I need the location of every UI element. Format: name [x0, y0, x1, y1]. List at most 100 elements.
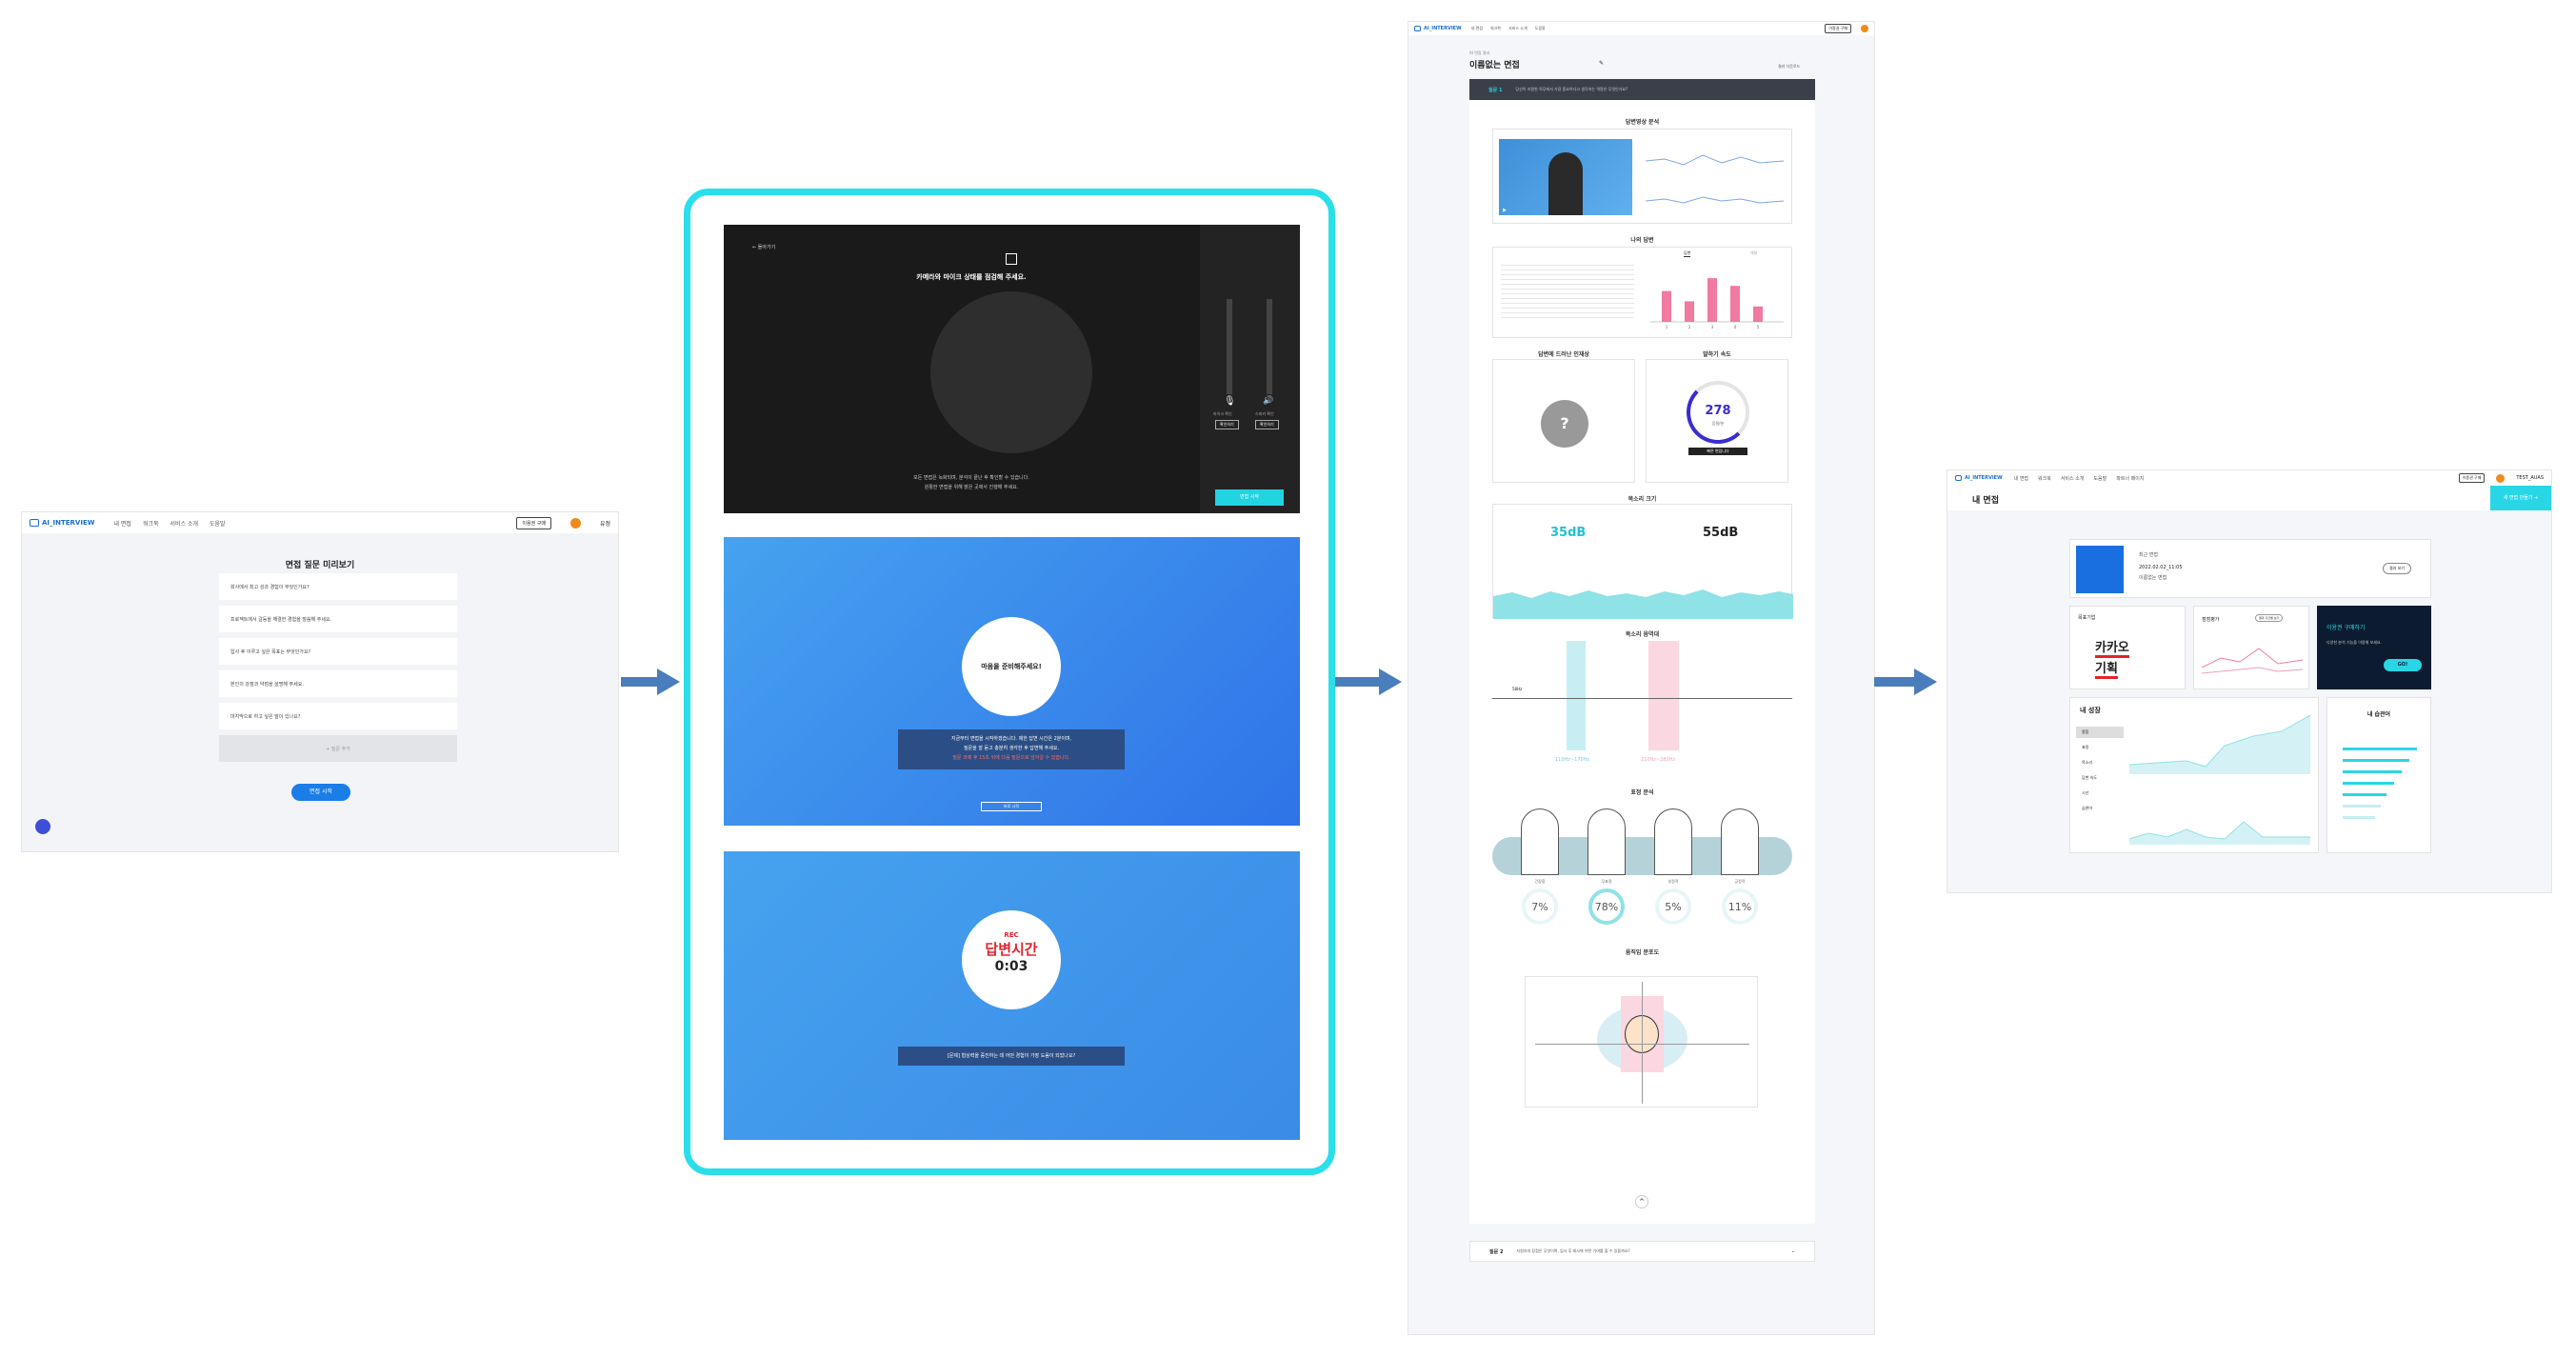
list-item[interactable]: 본인의 강점과 약점을 설명해 주세요. — [219, 670, 457, 697]
menu-item[interactable]: 습관어 — [2076, 803, 2124, 814]
volume-wave — [1493, 589, 1793, 619]
mic-test-button[interactable]: 확인하기 — [1215, 420, 1239, 429]
menu-item[interactable]: 목소리 — [2076, 757, 2124, 768]
tab-explain[interactable]: 해설 — [1750, 250, 1757, 256]
avatar[interactable] — [569, 517, 581, 529]
nav-item[interactable]: 내 면접 — [113, 519, 130, 528]
growth-menu: 종합 표정 목소리 답변 속도 시선 습관어 — [2076, 727, 2124, 814]
question-tag: 질문 1 — [1488, 87, 1503, 93]
nav-item[interactable]: 파트너 페이지 — [2116, 475, 2144, 482]
chart-tick-label: 3 — [1711, 325, 1714, 329]
recent-name: 이름없는 면접 — [2139, 575, 2167, 581]
main-nav: 내 면접 워크북 서비스 소개 도움말 — [1471, 26, 1546, 31]
nav-item[interactable]: 서비스 소개 — [2061, 475, 2085, 482]
habit-bar — [2343, 782, 2394, 785]
chart-tick-label: 2 — [1688, 325, 1691, 329]
edit-icon[interactable]: ✎ — [1599, 60, 1604, 67]
speaker-test-button[interactable]: 확인하기 — [1255, 420, 1279, 429]
list-item[interactable]: 프로젝트에서 갈등을 해결한 경험을 말씀해 주세요. — [219, 606, 457, 632]
ready-screen: 마음을 준비해주세요! 지금부터 면접을 시작하겠습니다. 제한 답변 시간은 … — [724, 537, 1300, 826]
list-item[interactable]: 입사 후 이루고 싶은 목표는 무엇인가요? — [219, 638, 457, 665]
app-logo[interactable]: AI_INTERVIEW — [1414, 26, 1462, 31]
nav-item[interactable]: 도움말 — [1535, 26, 1546, 31]
ready-bubble: 마음을 준비해주세요! — [962, 617, 1061, 716]
menu-item[interactable]: 종합 — [2076, 727, 2124, 738]
avatar[interactable] — [2496, 473, 2506, 483]
nav-item[interactable]: 서비스 소개 — [170, 519, 199, 528]
emotion-ring: 11% — [1722, 888, 1758, 925]
timer-bubble: REC 답변시간 0:03 — [962, 910, 1061, 1009]
growth-charts — [2129, 714, 2311, 845]
recording-screen: REC 답변시간 0:03 [문제] 협상력을 증진하는 데 어떤 경험이 가장… — [724, 851, 1300, 1140]
pitch-range-bar — [1648, 641, 1679, 750]
download-button[interactable]: 결과 다운로드 — [1778, 64, 1800, 70]
detail-button[interactable]: 결과 보기 — [2383, 563, 2411, 574]
chat-icon[interactable] — [35, 819, 50, 834]
list-item[interactable]: 회사에서 최고 성과 경험이 무엇인가요? — [219, 573, 457, 600]
nav-item[interactable]: 워크북 — [143, 519, 159, 528]
fullscreen-icon[interactable] — [1006, 253, 1017, 265]
nav-item[interactable]: 서비스 소개 — [1508, 26, 1528, 31]
section-title: 움직임 분포도 — [1625, 949, 1660, 956]
ready-message: 지금부터 면접을 시작하겠습니다. 제한 답변 시간은 2분이며, 질문을 잘 … — [898, 729, 1125, 769]
buy-button[interactable]: 이용권 구매 — [2458, 473, 2486, 483]
nav-item[interactable]: 내 면접 — [1471, 26, 1483, 31]
list-item[interactable]: 마지막으로 하고 싶은 말이 있나요? — [219, 703, 457, 729]
nav-item[interactable]: 내 면접 — [2014, 475, 2028, 482]
go-button[interactable]: GO! — [2384, 659, 2422, 671]
answer-text-block — [1501, 261, 1634, 318]
comparison-tag[interactable]: 결과 기간별 보기 — [2255, 614, 2284, 622]
new-interview-button[interactable]: 새 면접 만들기 + — [2490, 486, 2551, 510]
skip-button[interactable]: 바로 시작 — [981, 802, 1042, 811]
promo-card[interactable]: 이용권 구매하기 다양한 분석 기능을 이용해 보세요. GO! — [2317, 606, 2431, 689]
question-header[interactable]: 질문 1 당신이 지원한 직무에서 가장 중요하다고 생각하는 역량은 무엇인가… — [1469, 79, 1815, 100]
menu-item[interactable]: 표정 — [2076, 742, 2124, 753]
tab-answer[interactable]: 답변 — [1684, 250, 1691, 257]
video-player[interactable]: ▶ — [1499, 139, 1632, 215]
question-header[interactable]: 질문 2 지원자의 장점은 무엇이며, 입사 후 회사에 어떤 기여를 할 수 … — [1469, 1241, 1815, 1262]
pitch-label-2: 210Hz~280Hz — [1641, 757, 1676, 763]
company-card: 목표기업 카카오 기획 — [2069, 606, 2186, 689]
answer-card: 답변 해설 1 2 3 4 5 — [1492, 247, 1792, 338]
answer-timer: 0:03 — [994, 959, 1028, 974]
back-link[interactable]: ← 돌아가기 — [752, 244, 775, 250]
company-label: 목표기업 — [2078, 615, 2096, 621]
thumbnail — [2076, 546, 2124, 593]
buy-button[interactable]: 이용권 구매 — [516, 516, 551, 529]
add-question-button[interactable]: + 질문 추가 — [219, 735, 457, 762]
nav-item[interactable]: 워크북 — [1490, 26, 1501, 31]
nav-item[interactable]: 도움말 — [2093, 475, 2107, 482]
video-line-chart — [1646, 154, 1784, 204]
recent-card[interactable]: 최근 면접 2022.02.02_11:05 이름없는 면접 결과 보기 — [2069, 539, 2431, 598]
answer-time-label: 답변시간 — [985, 941, 1038, 958]
habit-bar — [2343, 816, 2375, 819]
result-body: 답변영상 분석 ▶ 나의 답변 답변 해설 12345 답변에 드러난 인재상 … — [1469, 100, 1815, 1224]
section-title: 말하기 속도 — [1703, 351, 1731, 358]
nav-item[interactable]: 워크북 — [2038, 475, 2051, 482]
camera-start-button[interactable]: 면접 시작 — [1215, 489, 1284, 506]
play-icon[interactable]: ▶ — [1503, 208, 1507, 213]
emotion-ring: 5% — [1655, 888, 1691, 925]
question-tag: 질문 2 — [1489, 1248, 1504, 1255]
habit-bar — [2343, 793, 2386, 796]
start-button[interactable]: 면접 시작 — [291, 784, 350, 801]
keyword-card: ? — [1492, 359, 1635, 483]
notice-text: 모든 면접은 녹화되며, 분석이 끝난 후 확인할 수 있습니다. — [913, 475, 1029, 481]
menu-item[interactable]: 시선 — [2076, 788, 2124, 799]
logo-icon — [1414, 26, 1421, 31]
app-logo[interactable]: AI_INTERVIEW — [1955, 475, 2003, 481]
line-series — [2202, 648, 2303, 669]
camera-check-screen: ← 돌아가기 카메라와 마이크 상태를 점검해 주세요. 모든 면접은 녹화되며… — [724, 225, 1300, 513]
section-title: 나의 답변 — [1630, 237, 1654, 244]
avatar[interactable] — [1861, 25, 1868, 32]
menu-item[interactable]: 답변 속도 — [2076, 772, 2124, 784]
ready-warning: 질문 과제 후 15초 뒤에 다음 질문으로 넘어갈 수 있습니다. — [952, 755, 1070, 761]
nav-item[interactable]: 도움말 — [210, 519, 226, 528]
buy-button[interactable]: 이용권 구매 — [1825, 24, 1851, 33]
job-name: 기획 — [2095, 658, 2118, 679]
app-logo[interactable]: AI_INTERVIEW — [30, 519, 94, 527]
collapse-icon[interactable]: ^ — [1635, 1195, 1648, 1208]
speed-value: 278 — [1705, 404, 1731, 418]
habit-bar — [2343, 759, 2409, 762]
speed-tag: 빠른 편입니다 — [1688, 448, 1747, 455]
